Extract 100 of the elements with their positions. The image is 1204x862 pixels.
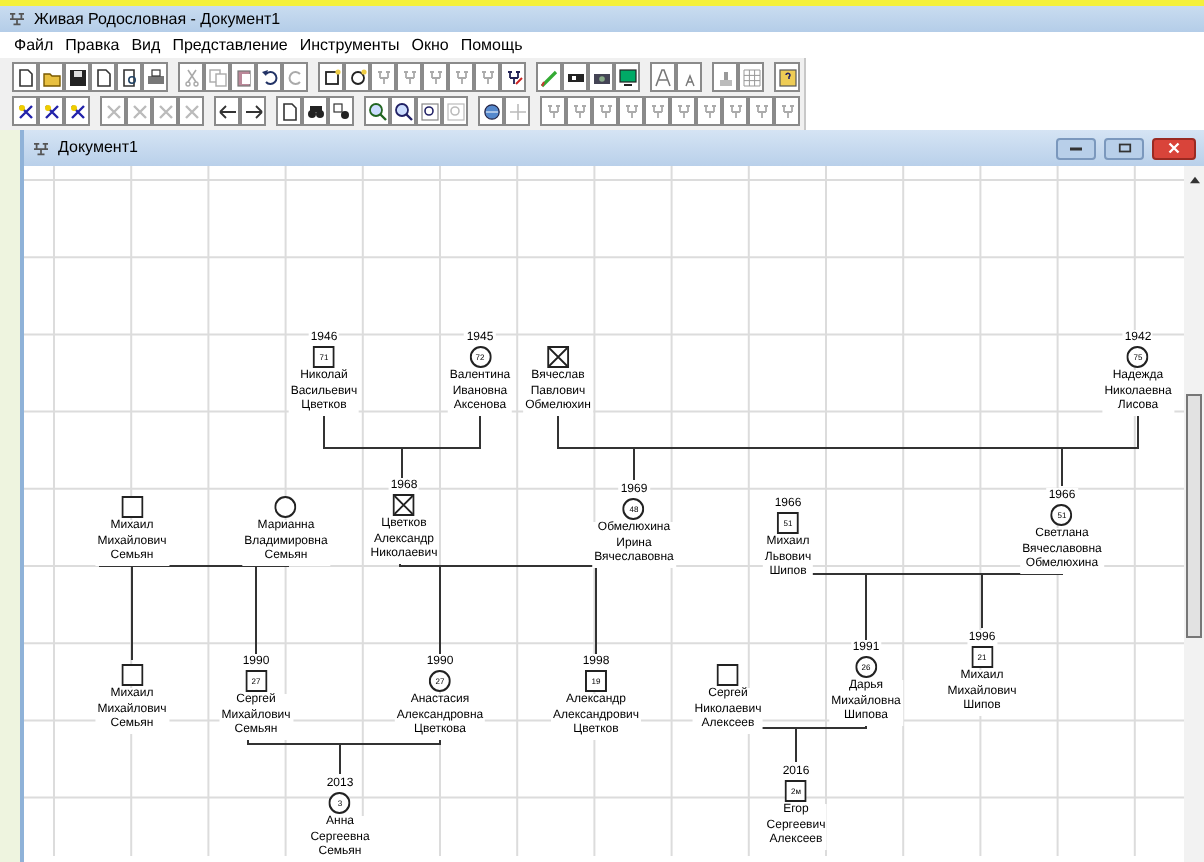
document-icon xyxy=(15,67,35,87)
female-symbol-icon[interactable] xyxy=(855,656,877,678)
menu-item[interactable]: Представление xyxy=(172,37,288,53)
male-symbol-icon[interactable] xyxy=(313,346,335,368)
document-title: Документ1 xyxy=(58,136,138,160)
redo-icon xyxy=(285,67,305,87)
toolbar-button[interactable] xyxy=(500,62,526,92)
male-symbol-icon[interactable] xyxy=(245,670,267,692)
male-symbol-icon[interactable] xyxy=(717,664,739,686)
close-icon xyxy=(1168,142,1180,154)
female-symbol-icon[interactable] xyxy=(1127,346,1149,368)
tree-glyph-icon xyxy=(569,101,589,121)
male-symbol-icon[interactable] xyxy=(585,670,607,692)
window-title: Живая Родословная - Документ1 xyxy=(34,11,281,27)
zoom-out-icon xyxy=(393,101,413,121)
toolbar-button[interactable] xyxy=(302,96,328,126)
toolbar-button[interactable] xyxy=(614,62,640,92)
scroll-up-icon xyxy=(1189,176,1199,184)
toolbar-button[interactable] xyxy=(64,96,90,126)
tree-glyph-icon xyxy=(751,101,771,121)
clipboard-icon xyxy=(233,67,253,87)
male-symbol-icon[interactable] xyxy=(777,512,799,534)
menu-item[interactable]: Инструменты xyxy=(299,37,400,53)
male-symbol-icon[interactable] xyxy=(785,780,807,802)
female-symbol-icon[interactable] xyxy=(1051,504,1073,526)
pencil-icon xyxy=(539,67,559,87)
tree-glyph-icon xyxy=(621,101,641,121)
toolbar-button[interactable] xyxy=(588,62,614,92)
toolbar-button[interactable] xyxy=(562,62,588,92)
vertical-scrollbar[interactable] xyxy=(1184,166,1204,862)
menu-item[interactable]: Вид xyxy=(131,37,161,53)
toolbar-button[interactable] xyxy=(478,96,504,126)
tree-glyph-icon xyxy=(477,67,497,87)
toolbar-button[interactable] xyxy=(276,96,302,126)
toolbar-button[interactable] xyxy=(344,62,370,92)
globe-icon xyxy=(481,101,501,121)
stamp-icon xyxy=(715,67,735,87)
person-circle-icon xyxy=(347,67,367,87)
printer-icon xyxy=(145,67,165,87)
zoom-in-icon xyxy=(367,101,387,121)
preview-icon xyxy=(119,67,139,87)
restore-button[interactable] xyxy=(1104,137,1144,159)
menu-item[interactable]: Окно xyxy=(411,37,449,53)
male-symbol-icon[interactable] xyxy=(547,346,569,368)
zoom-disabled-icon xyxy=(445,101,465,121)
menu-item[interactable]: Правка xyxy=(65,37,120,53)
question-icon xyxy=(777,67,797,87)
family-tree-icon xyxy=(8,12,26,26)
tree-glyph-icon xyxy=(699,101,719,121)
move-cross-icon xyxy=(507,101,527,121)
right-arrow-icon xyxy=(243,101,263,121)
toolbar-button[interactable] xyxy=(38,96,64,126)
toolbar-button[interactable] xyxy=(390,96,416,126)
female-symbol-icon[interactable] xyxy=(623,498,645,520)
toolbar-button[interactable] xyxy=(416,96,442,126)
toolbar-button[interactable] xyxy=(214,96,240,126)
scrollbar-thumb[interactable] xyxy=(1186,394,1202,638)
tree-glyph-icon xyxy=(543,101,563,121)
document-icon xyxy=(279,101,299,121)
tree-glyph-icon xyxy=(647,101,667,121)
female-symbol-icon[interactable] xyxy=(275,496,297,518)
male-symbol-icon[interactable] xyxy=(393,494,415,516)
monitor-icon xyxy=(617,67,637,87)
tree-glyph-icon xyxy=(399,67,419,87)
copy-icon xyxy=(207,67,227,87)
person-box-icon xyxy=(321,67,341,87)
male-symbol-icon[interactable] xyxy=(971,646,993,668)
toolbar-button[interactable] xyxy=(240,96,266,126)
tree-glyph-icon xyxy=(451,67,471,87)
female-symbol-icon[interactable] xyxy=(429,670,451,692)
toolbar-button[interactable] xyxy=(12,62,38,92)
grid-icon xyxy=(741,67,761,87)
toolbar-button[interactable] xyxy=(116,62,142,92)
toolbar-button[interactable] xyxy=(256,62,282,92)
male-symbol-icon[interactable] xyxy=(121,664,143,686)
toolbar-button[interactable] xyxy=(364,96,390,126)
tree-glyph-icon xyxy=(373,67,393,87)
tree-glyph-icon xyxy=(725,101,745,121)
female-symbol-icon[interactable] xyxy=(329,792,351,814)
toolbar-button[interactable] xyxy=(328,96,354,126)
document-icon xyxy=(93,67,113,87)
toolbar-button[interactable] xyxy=(90,62,116,92)
minimize-button[interactable] xyxy=(1056,137,1096,159)
restore-icon xyxy=(1117,142,1131,154)
folder-icon xyxy=(41,67,61,87)
undo-icon xyxy=(259,67,279,87)
tree-slash-icon xyxy=(503,67,523,87)
menu-item[interactable]: Файл xyxy=(14,37,54,53)
male-symbol-icon[interactable] xyxy=(121,496,143,518)
floppy-icon xyxy=(67,67,87,87)
toolbar-button[interactable] xyxy=(64,62,90,92)
minimize-icon xyxy=(1068,145,1084,151)
tree-glyph-icon xyxy=(425,67,445,87)
menu-item[interactable]: Помощь xyxy=(460,37,523,53)
close-button[interactable] xyxy=(1152,137,1196,159)
toolbar-button[interactable] xyxy=(318,62,344,92)
scissors-icon xyxy=(181,67,201,87)
toolbar-button[interactable] xyxy=(12,96,38,126)
female-symbol-icon[interactable] xyxy=(469,346,491,368)
letter-a-large-icon xyxy=(653,67,673,87)
